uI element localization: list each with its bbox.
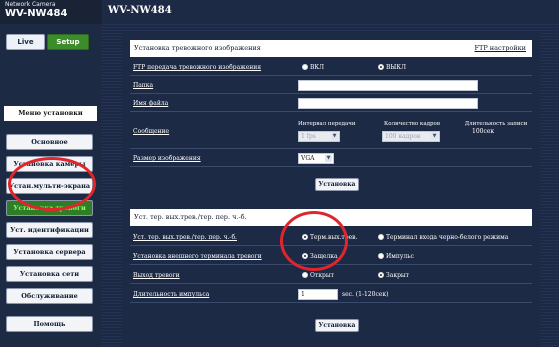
settings-content: Установка тревожного изображения FTP нас… <box>122 32 540 347</box>
filename-input[interactable] <box>298 98 478 109</box>
duration-column-header: Длительность записи <box>464 121 528 127</box>
closed-option[interactable]: Закрыт <box>378 272 409 279</box>
pulse-duration-input[interactable]: 1 <box>298 289 338 300</box>
live-button[interactable]: Live <box>6 34 45 50</box>
closed-label: Закрыт <box>386 272 410 279</box>
ftp-transfer-off-option[interactable]: ВЫКЛ <box>378 64 406 71</box>
menu-item-alarm[interactable]: Установка тревоги <box>6 200 93 216</box>
radio-checked-icon[interactable] <box>378 272 384 278</box>
menu-title: Меню установки <box>4 106 97 121</box>
left-nav-panel: Live Setup Меню установки Основное Устан… <box>0 24 101 347</box>
image-size-row: Размер изображения VGA ▼ <box>130 150 532 167</box>
pulse-duration-suffix: sec. (1-120сек) <box>342 291 389 298</box>
image-size-label[interactable]: Размер изображения <box>133 155 201 162</box>
bw-input-terminal-option[interactable]: Терминал входа черно-белого режима <box>378 234 508 241</box>
alarm-output-section-header: Уст. тер. вых.трев./тер. пер. ч.-б. <box>130 209 532 226</box>
menu-item-help[interactable]: Помощь <box>6 316 93 332</box>
folder-input[interactable] <box>298 80 478 91</box>
interval-select-value: 1 fps <box>301 133 316 140</box>
ftp-transfer-on-label: ВКЛ <box>310 64 325 71</box>
brand-logo: Network Camera WV-NW484 <box>0 0 102 24</box>
latch-option[interactable]: Защелка <box>302 253 338 260</box>
folder-row: Папка <box>130 77 532 94</box>
chevron-down-icon: ▼ <box>325 155 332 162</box>
alarm-output-apply-button[interactable]: Установка <box>315 319 359 332</box>
alarm-output-terminal-option[interactable]: Терм.вых.трев. <box>302 234 357 241</box>
ftp-transfer-off-label: ВЫКЛ <box>386 64 406 71</box>
radio-checked-icon[interactable] <box>378 64 384 70</box>
alarm-image-apply-button[interactable]: Установка <box>315 178 359 191</box>
open-option[interactable]: Открыт <box>302 272 334 279</box>
menu-item-camera[interactable]: Установка камеры <box>6 156 93 172</box>
terminal-setup-row: Установка внешнего терминала тревоги Защ… <box>130 247 532 265</box>
ftp-transfer-row: FTP передача тревожного изображения ВКЛ … <box>130 59 532 76</box>
pulse-duration-label[interactable]: Длительность импульса <box>133 291 209 298</box>
radio-icon[interactable] <box>302 272 308 278</box>
duration-value: 100сек <box>472 128 495 135</box>
ftp-transfer-label[interactable]: FTP передача тревожного изображения <box>133 64 261 71</box>
menu-item-network[interactable]: Установка сети <box>6 266 93 282</box>
open-label: Открыт <box>310 272 334 279</box>
top-bar: Network Camera WV-NW484 WV-NW484 <box>0 0 559 24</box>
message-row: Сообщение Интервал передачи Количество к… <box>130 113 532 149</box>
alarm-image-section-header: Установка тревожного изображения FTP нас… <box>130 40 532 57</box>
filename-row: Имя файла <box>130 95 532 112</box>
interval-column-header: Интервал передачи <box>298 121 356 127</box>
alarm-output-section-title: Уст. тер. вых.трев./тер. пер. ч.-б. <box>134 213 247 221</box>
message-label[interactable]: Сообщение <box>133 128 169 135</box>
setup-button[interactable]: Setup <box>47 34 89 50</box>
alarm-output-terminal-label: Терм.вых.трев. <box>310 234 358 241</box>
frame-count-column-header: Количество кадров <box>384 121 440 127</box>
interval-select: 1 fps ▼ <box>298 131 340 142</box>
menu-item-server[interactable]: Установка сервера <box>6 244 93 260</box>
folder-label[interactable]: Папка <box>133 82 153 89</box>
ftp-settings-link[interactable]: FTP настройки <box>474 40 526 57</box>
terminal-mode-row: Уст. тер. вых.трев./тер. пер. ч.-б. Терм… <box>130 228 532 246</box>
frame-count-select: 100 кадров ▼ <box>382 131 440 142</box>
terminal-mode-label[interactable]: Уст. тер. вых.трев./тер. пер. ч.-б. <box>133 234 237 241</box>
menu-item-multiscreen[interactable]: Устан.мульти-экрана <box>6 178 93 194</box>
menu-item-authentication[interactable]: Уст. идентификации <box>6 222 93 238</box>
alarm-output-row: Выход тревоги Открыт Закрыт <box>130 266 532 284</box>
image-size-select[interactable]: VGA ▼ <box>298 153 334 164</box>
chevron-down-icon: ▼ <box>431 133 438 140</box>
radio-checked-icon[interactable] <box>302 253 308 259</box>
page-title: WV-NW484 <box>102 0 559 24</box>
pulse-label: Импульс <box>386 253 414 260</box>
menu-item-basic[interactable]: Основное <box>6 134 93 150</box>
brand-small-text: Network Camera <box>5 1 56 8</box>
ftp-transfer-on-option[interactable]: ВКЛ <box>302 64 324 71</box>
pulse-option[interactable]: Импульс <box>378 253 414 260</box>
brand-model-text: WV-NW484 <box>5 8 68 19</box>
chevron-down-icon: ▼ <box>331 133 338 140</box>
menu-item-maintenance[interactable]: Обслуживание <box>6 288 93 304</box>
pulse-duration-row: Длительность импульса 1 sec. (1-120сек) <box>130 285 532 303</box>
radio-icon[interactable] <box>302 64 308 70</box>
alarm-output-label[interactable]: Выход тревоги <box>133 272 180 279</box>
radio-icon[interactable] <box>378 234 384 240</box>
radio-icon[interactable] <box>378 253 384 259</box>
latch-label: Защелка <box>310 253 338 260</box>
radio-checked-icon[interactable] <box>302 234 308 240</box>
alarm-image-section-title: Установка тревожного изображения <box>134 44 261 52</box>
terminal-setup-label[interactable]: Установка внешнего терминала тревоги <box>133 253 262 260</box>
frame-count-select-value: 100 кадров <box>385 133 421 140</box>
filename-label[interactable]: Имя файла <box>133 100 168 107</box>
bw-input-terminal-label: Терминал входа черно-белого режима <box>386 234 509 241</box>
image-size-select-value: VGA <box>301 155 315 162</box>
